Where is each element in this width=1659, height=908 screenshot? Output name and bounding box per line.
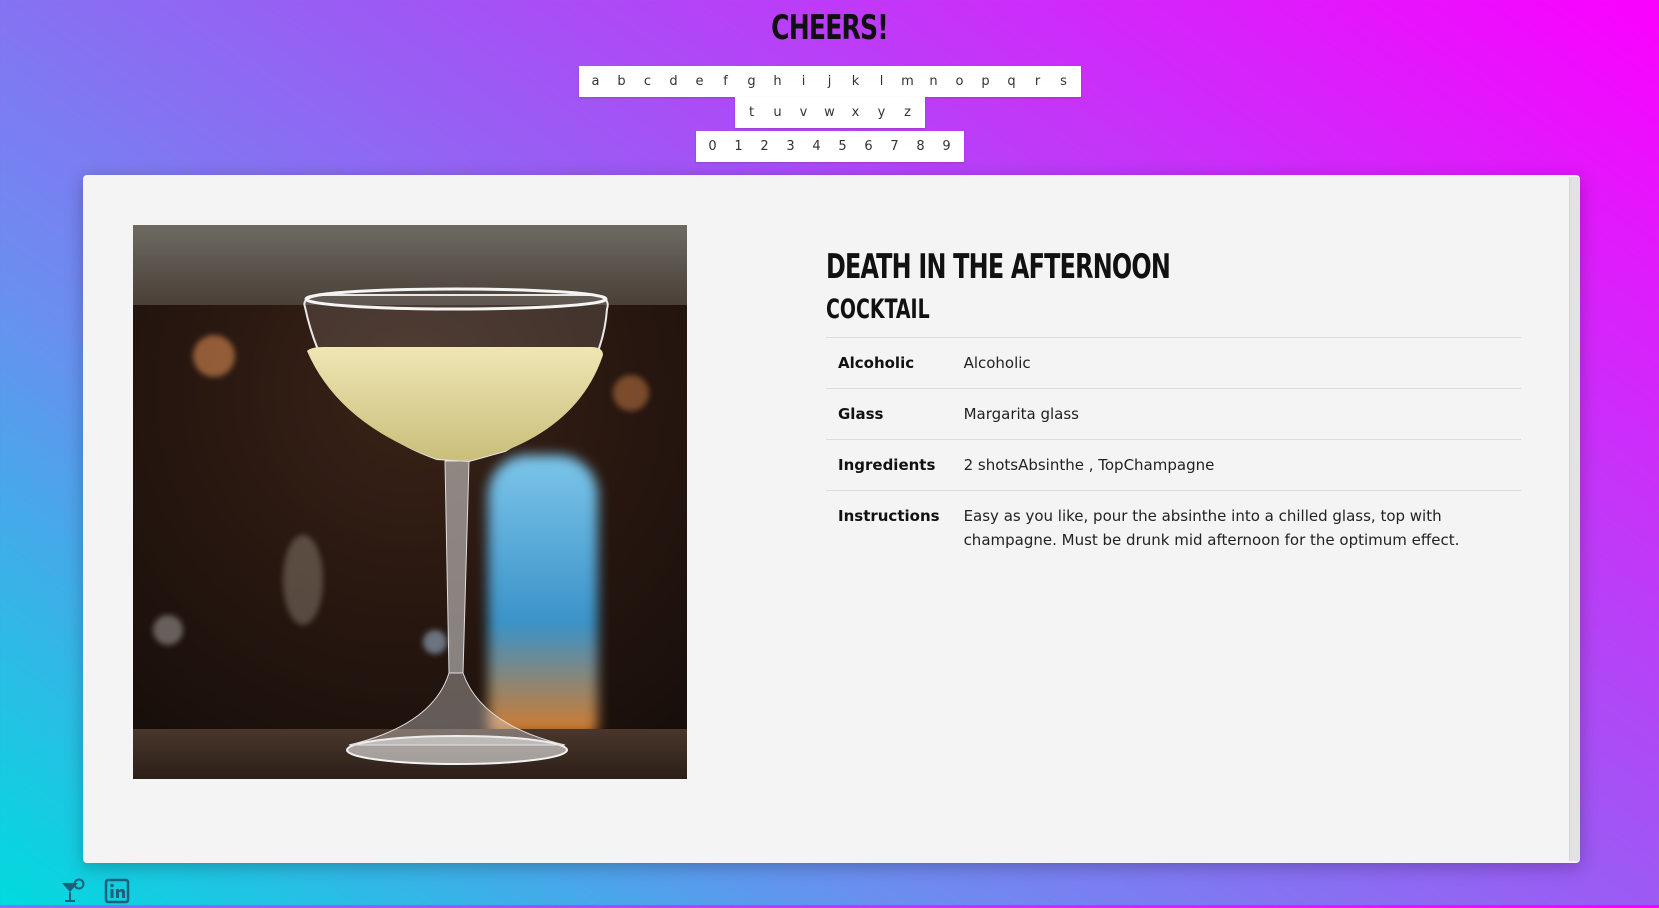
letter-button-v[interactable]: v bbox=[790, 97, 817, 128]
letter-button-e[interactable]: e bbox=[686, 66, 713, 97]
letter-nav-row-1: abcdefghijklmnopqrs bbox=[0, 66, 1659, 97]
letter-button-d[interactable]: d bbox=[660, 66, 687, 97]
site-title: CHEERS! bbox=[771, 8, 889, 48]
letter-button-i[interactable]: i bbox=[790, 66, 817, 97]
letter-button-z[interactable]: z bbox=[894, 97, 921, 128]
letter-button-h[interactable]: h bbox=[764, 66, 791, 97]
letter-button-j[interactable]: j bbox=[816, 66, 843, 97]
row-value-alcoholic: Alcoholic bbox=[963, 354, 1031, 372]
letter-button-w[interactable]: w bbox=[816, 97, 843, 128]
letter-button-1[interactable]: 1 bbox=[725, 131, 752, 162]
cocktail-icon[interactable] bbox=[60, 878, 86, 904]
letter-button-a[interactable]: a bbox=[582, 66, 609, 97]
letter-nav-row-2: tuvwxyz bbox=[0, 97, 1659, 128]
row-value-instructions: Easy as you like, pour the absinthe into… bbox=[963, 507, 1460, 549]
letter-button-s[interactable]: s bbox=[1050, 66, 1077, 97]
letter-button-8[interactable]: 8 bbox=[907, 131, 934, 162]
table-row: Instructions Easy as you like, pour the … bbox=[826, 490, 1521, 566]
table-row: Alcoholic Alcoholic bbox=[826, 337, 1521, 389]
letter-button-t[interactable]: t bbox=[738, 97, 765, 128]
letter-button-b[interactable]: b bbox=[608, 66, 635, 97]
letter-button-q[interactable]: q bbox=[998, 66, 1025, 97]
letter-button-g[interactable]: g bbox=[738, 66, 765, 97]
letter-button-x[interactable]: x bbox=[842, 97, 869, 128]
letter-button-6[interactable]: 6 bbox=[855, 131, 882, 162]
drink-photo bbox=[133, 225, 687, 779]
letter-button-l[interactable]: l bbox=[868, 66, 895, 97]
table-row: Glass Margarita glass bbox=[826, 388, 1521, 440]
letter-button-r[interactable]: r bbox=[1024, 66, 1051, 97]
drink-info-table: Alcoholic Alcoholic Glass Margarita glas… bbox=[826, 337, 1521, 565]
letter-button-c[interactable]: c bbox=[634, 66, 661, 97]
drink-details: DEATH IN THE AFTERNOON COCKTAIL Alcoholi… bbox=[826, 245, 1521, 565]
letter-button-n[interactable]: n bbox=[920, 66, 947, 97]
letter-button-9[interactable]: 9 bbox=[933, 131, 960, 162]
scrollbar[interactable] bbox=[1569, 177, 1580, 861]
digit-nav-row: 0123456789 bbox=[0, 131, 1659, 162]
letter-button-f[interactable]: f bbox=[712, 66, 739, 97]
letter-button-0[interactable]: 0 bbox=[699, 131, 726, 162]
row-key-glass: Glass bbox=[838, 405, 884, 423]
letter-button-y[interactable]: y bbox=[868, 97, 895, 128]
letter-button-k[interactable]: k bbox=[842, 66, 869, 97]
table-row: Ingredients 2 shotsAbsinthe , TopChampag… bbox=[826, 439, 1521, 491]
letter-button-m[interactable]: m bbox=[894, 66, 921, 97]
row-key-alcoholic: Alcoholic bbox=[838, 354, 915, 372]
row-value-glass: Margarita glass bbox=[963, 405, 1079, 423]
linkedin-icon[interactable] bbox=[104, 878, 130, 904]
letter-button-4[interactable]: 4 bbox=[803, 131, 830, 162]
drink-category: COCKTAIL bbox=[826, 294, 930, 325]
social-links bbox=[60, 878, 130, 904]
letter-button-2[interactable]: 2 bbox=[751, 131, 778, 162]
letter-button-5[interactable]: 5 bbox=[829, 131, 856, 162]
row-key-ingredients: Ingredients bbox=[838, 456, 936, 474]
row-key-instructions: Instructions bbox=[838, 507, 940, 525]
letter-button-7[interactable]: 7 bbox=[881, 131, 908, 162]
drink-card: DEATH IN THE AFTERNOON COCKTAIL Alcoholi… bbox=[83, 175, 1580, 863]
row-value-ingredients: 2 shotsAbsinthe , TopChampagne bbox=[963, 456, 1215, 474]
letter-button-3[interactable]: 3 bbox=[777, 131, 804, 162]
drink-name: DEATH IN THE AFTERNOON bbox=[826, 247, 1171, 287]
letter-button-p[interactable]: p bbox=[972, 66, 999, 97]
letter-button-u[interactable]: u bbox=[764, 97, 791, 128]
letter-button-o[interactable]: o bbox=[946, 66, 973, 97]
